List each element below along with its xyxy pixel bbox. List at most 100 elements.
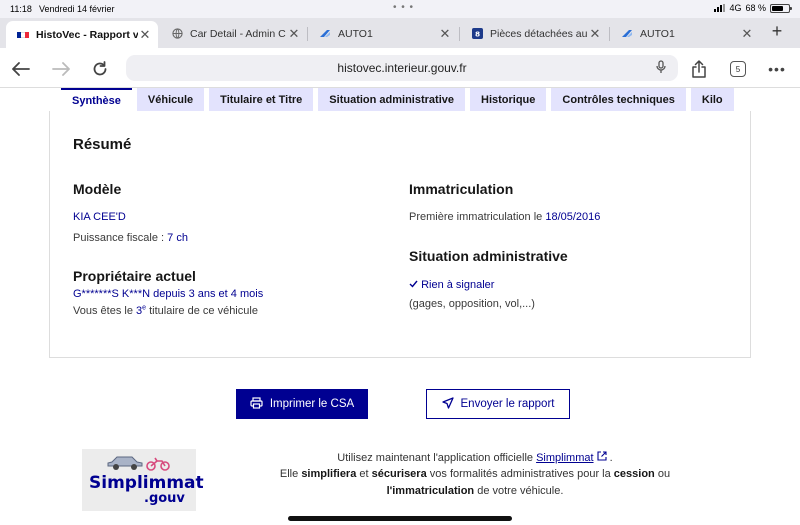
admin-status-text: Rien à signaler: [421, 279, 495, 291]
promo-bold: simplifiera: [301, 468, 357, 480]
french-flag-icon: [16, 29, 30, 41]
auto1-logo-icon: [620, 28, 634, 40]
owner-since-label: depuis: [153, 288, 186, 300]
promo-text: ou: [657, 468, 671, 480]
tab-count: 5: [730, 61, 746, 77]
promo-text: et: [359, 468, 369, 480]
globe-icon: [170, 28, 184, 40]
owner-heading: Propriétaire actuel: [73, 268, 196, 284]
browser-tab-title: Pièces détachées au: [490, 27, 588, 40]
home-indicator[interactable]: [288, 516, 512, 521]
battery-percent: 68 %: [745, 3, 766, 13]
promo-text: Elle: [279, 468, 299, 480]
promo-bold: sécurisera: [371, 468, 427, 480]
tab-titulaire[interactable]: Titulaire et Titre: [209, 88, 314, 111]
status-bar: 11:18 Vendredi 14 février • • • 4G 68 %: [0, 0, 800, 18]
tab-historique[interactable]: Historique: [470, 88, 547, 111]
admin-details: (gages, opposition, vol,...): [409, 298, 535, 310]
promo-text: .: [609, 452, 613, 464]
microphone-icon[interactable]: [656, 60, 666, 79]
send-icon: [441, 396, 454, 412]
svg-text:8: 8: [474, 29, 479, 38]
fiscal-power: Puissance fiscale : 7 ch: [73, 232, 188, 244]
model-heading: Modèle: [73, 181, 122, 197]
motorcycle-icon: [146, 457, 170, 471]
battery-icon: [770, 3, 792, 13]
car-icon: [107, 456, 143, 470]
simplimmat-logo-word: Simplimmat: [89, 473, 204, 493]
simplimmat-promo-line2: Elle simplifiera et sécurisera vos forma…: [240, 468, 710, 480]
parts-shop-icon: 8: [470, 28, 484, 40]
browser-toolbar: histovec.interieur.gouv.fr 5 •••: [0, 48, 800, 88]
multitask-dots-icon[interactable]: • • •: [393, 2, 414, 13]
print-csa-label: Imprimer le CSA: [269, 398, 355, 410]
status-date: Vendredi 14 février: [39, 4, 115, 14]
status-time: 11:18: [10, 4, 32, 14]
owner-name: G*******S K***N: [73, 288, 151, 300]
promo-bold: l'immatriculation: [386, 485, 475, 497]
model-name: KIA CEE'D: [73, 211, 126, 223]
close-tab-icon[interactable]: ✕: [438, 26, 452, 42]
send-report-button[interactable]: Envoyer le rapport: [426, 389, 570, 419]
external-link-icon[interactable]: [597, 451, 610, 464]
new-tab-icon[interactable]: +: [766, 22, 788, 42]
first-registration: Première immatriculation le 18/05/2016: [409, 211, 600, 223]
tab-controles-techniques[interactable]: Contrôles techniques: [551, 88, 686, 111]
summary-title: Résumé: [73, 136, 132, 153]
signal-icon: [714, 4, 726, 12]
owner-rank-number: 3e: [136, 304, 147, 317]
owner-line: G*******S K***N depuis 3 ans et 4 mois: [73, 288, 263, 300]
summary-panel: Résumé Modèle KIA CEE'D Puissance fiscal…: [49, 111, 751, 358]
auto1-logo-icon: [318, 28, 332, 40]
share-icon[interactable]: [688, 58, 710, 80]
first-registration-date: 18/05/2016: [545, 211, 601, 223]
tab-synthese[interactable]: Synthèse: [61, 88, 132, 111]
admin-heading: Situation administrative: [409, 248, 568, 264]
browser-tab-title: AUTO1: [640, 27, 675, 40]
tab-vehicule[interactable]: Véhicule: [136, 88, 205, 111]
promo-bold: cession: [613, 468, 655, 480]
browser-tab[interactable]: AUTO1 ✕: [610, 21, 760, 46]
print-csa-button[interactable]: Imprimer le CSA: [236, 389, 368, 419]
simplimmat-logo[interactable]: Simplimmat .gouv: [82, 449, 204, 511]
promo-text: Utilisez maintenant l'application offici…: [337, 452, 534, 464]
fiscal-power-value: 7 ch: [167, 232, 188, 244]
simplimmat-logo-domain: .gouv: [144, 491, 185, 506]
close-tab-icon[interactable]: ✕: [588, 26, 602, 42]
simplimmat-promo-line3: l'immatriculation de votre véhicule.: [240, 485, 710, 497]
forward-arrow-icon[interactable]: [50, 58, 72, 80]
send-report-label: Envoyer le rapport: [460, 398, 555, 410]
network-type: 4G: [729, 3, 742, 13]
close-tab-icon[interactable]: ✕: [138, 27, 152, 43]
tab-kilometrage[interactable]: Kilo: [690, 88, 734, 111]
reload-icon[interactable]: [89, 58, 111, 80]
close-tab-icon[interactable]: ✕: [287, 26, 301, 42]
owner-rank: Vous êtes le 3e titulaire de ce véhicule: [73, 304, 258, 317]
browser-tab[interactable]: AUTO1 ✕: [308, 21, 458, 46]
simplimmat-link[interactable]: Simplimmat: [536, 452, 593, 464]
admin-status: Rien à signaler: [409, 279, 494, 291]
simplimmat-promo-line1: Utilisez maintenant l'application offici…: [240, 451, 710, 464]
promo-text: de votre véhicule.: [477, 485, 564, 497]
browser-tab[interactable]: 8 Pièces détachées au ✕: [460, 21, 608, 46]
check-icon: [409, 279, 421, 291]
owner-rank-prefix: Vous êtes le: [73, 305, 133, 317]
owner-rank-after: titulaire de ce véhicule: [149, 305, 258, 317]
printer-icon: [250, 396, 263, 412]
browser-tab-title: Car Detail - Admin C: [190, 27, 286, 40]
browser-tab[interactable]: HistoVec - Rapport v ✕: [6, 21, 158, 48]
browser-tab[interactable]: Car Detail - Admin C ✕: [160, 21, 307, 46]
promo-text: vos formalités administratives pour la: [429, 468, 611, 480]
back-arrow-icon[interactable]: [10, 58, 32, 80]
browser-tab-title: HistoVec - Rapport v: [36, 28, 138, 41]
tab-situation-administrative[interactable]: Situation administrative: [318, 88, 465, 111]
browser-tab-bar: HistoVec - Rapport v ✕ Car Detail - Admi…: [0, 18, 800, 48]
more-options-icon[interactable]: •••: [766, 58, 788, 80]
browser-tab-title: AUTO1: [338, 27, 373, 40]
registration-heading: Immatriculation: [409, 181, 514, 197]
close-tab-icon[interactable]: ✕: [740, 26, 754, 42]
address-bar[interactable]: histovec.interieur.gouv.fr: [126, 55, 678, 81]
report-tabs: Synthèse Véhicule Titulaire et Titre Sit…: [0, 88, 750, 111]
tab-switcher-button[interactable]: 5: [727, 58, 749, 80]
url-text: histovec.interieur.gouv.fr: [337, 61, 467, 75]
